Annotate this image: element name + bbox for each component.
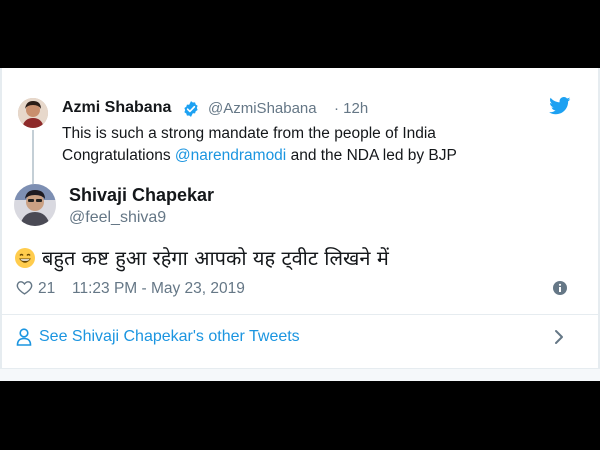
parent-text-line-2: Congratulations @narendramodi and the ND… xyxy=(62,145,562,167)
see-other-tweets-link[interactable]: See Shivaji Chapekar's other Tweets xyxy=(39,328,300,346)
parent-text-line-1: This is such a strong mandate from the p… xyxy=(62,125,436,142)
parent-display-name[interactable]: Azmi Shabana xyxy=(62,99,171,117)
reply-display-name[interactable]: Shivaji Chapekar xyxy=(69,185,214,206)
parent-text-prefix: Congratulations xyxy=(62,147,175,164)
embedded-tweet-card: Azmi Shabana @AzmiShabana · 12h This is … xyxy=(0,68,600,381)
divider xyxy=(0,314,600,315)
reply-avatar[interactable] xyxy=(14,184,56,226)
verified-badge-icon xyxy=(182,100,200,118)
next-card-edge xyxy=(0,368,600,381)
twitter-bird-icon[interactable] xyxy=(549,97,571,115)
heart-icon[interactable] xyxy=(16,279,33,296)
info-icon[interactable] xyxy=(553,281,567,295)
parent-tweet-text: This is such a strong mandate from the p… xyxy=(62,123,562,167)
chevron-right-icon[interactable] xyxy=(553,329,565,345)
parent-avatar[interactable] xyxy=(18,98,48,128)
parent-timestamp[interactable]: · 12h xyxy=(334,100,368,117)
mention-link[interactable]: @narendramodi xyxy=(175,147,286,164)
reply-text-content: बहुत कष्ट हुआ रहेगा आपको यह ट्वीट लिखने … xyxy=(42,246,389,270)
parent-handle[interactable]: @AzmiShabana xyxy=(208,100,317,117)
like-count[interactable]: 21 xyxy=(38,280,55,298)
reply-handle[interactable]: @feel_shiva9 xyxy=(69,209,166,227)
thread-connector-line xyxy=(32,130,34,186)
card-left-border xyxy=(0,68,2,381)
person-icon xyxy=(16,328,32,346)
parent-text-suffix: and the NDA led by BJP xyxy=(286,147,457,164)
reply-tweet-text: बहुत कष्ट हुआ रहेगा आपको यह ट्वीट लिखने … xyxy=(14,244,389,271)
reply-timestamp[interactable]: 11:23 PM - May 23, 2019 xyxy=(72,280,245,298)
grinning-face-icon xyxy=(14,247,36,269)
